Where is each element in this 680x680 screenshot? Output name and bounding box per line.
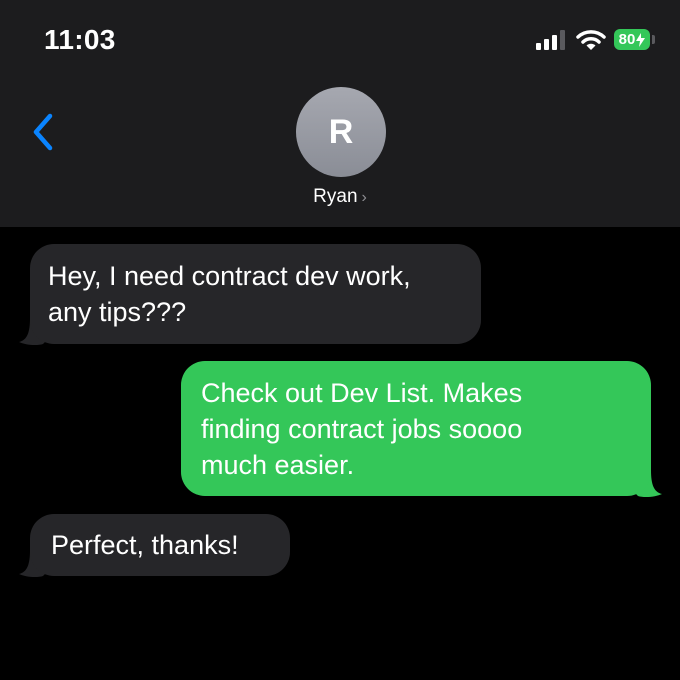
chevron-left-icon	[33, 113, 53, 151]
chevron-right-icon: ›	[361, 189, 367, 206]
message-text: Hey, I need contract dev work, any tips?…	[48, 261, 411, 327]
battery-percent: 80	[618, 31, 636, 48]
wifi-icon	[576, 30, 606, 50]
contact-name: Ryan	[313, 186, 358, 207]
battery-charging-icon: 80	[614, 29, 650, 50]
cellular-signal-icon	[536, 28, 568, 52]
battery-cap	[652, 35, 655, 44]
contact-name-button[interactable]: Ryan ›	[0, 186, 680, 208]
status-indicators: 80	[536, 28, 656, 54]
conversation-header: 11:03 80 R Ryan ›	[0, 0, 680, 227]
message-bubble-incoming[interactable]: Perfect, thanks!	[30, 514, 290, 576]
charging-bolt-icon	[636, 32, 646, 47]
status-time: 11:03	[44, 24, 116, 55]
message-bubble-incoming[interactable]: Hey, I need contract dev work, any tips?…	[30, 244, 481, 344]
contact-avatar[interactable]: R	[296, 87, 386, 177]
message-text: Check out Dev List. Makes finding contra…	[201, 378, 523, 480]
back-button[interactable]	[26, 110, 62, 154]
avatar-initial: R	[328, 112, 354, 151]
message-text: Perfect, thanks!	[51, 530, 239, 560]
message-bubble-outgoing[interactable]: Check out Dev List. Makes finding contra…	[181, 361, 651, 496]
